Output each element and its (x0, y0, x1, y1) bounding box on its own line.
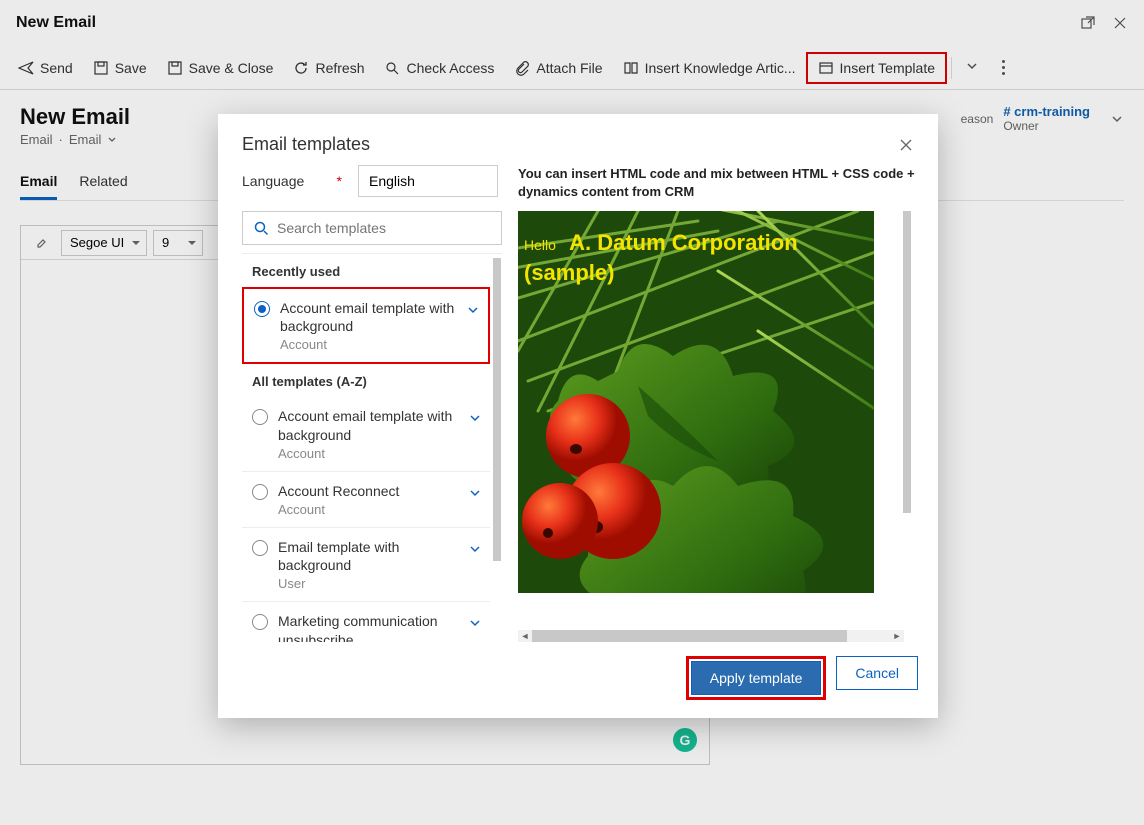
template-item-1[interactable]: Account Reconnect Account (242, 472, 490, 528)
modal-title: Email templates (242, 134, 370, 155)
preview-overlay-text: Hello A. Datum Corporation(sample) (524, 229, 798, 288)
breadcrumb-part[interactable]: Email (69, 132, 102, 147)
search-icon (253, 220, 269, 236)
chevron-down-icon[interactable] (466, 303, 480, 317)
preview-horizontal-scrollbar[interactable]: ◄ ► (518, 630, 904, 642)
chevron-down-icon[interactable] (468, 486, 482, 500)
insert-template-label: Insert Template (840, 60, 935, 76)
template-type: Account (278, 446, 458, 461)
tab-email[interactable]: Email (20, 165, 57, 200)
check-access-label: Check Access (406, 60, 494, 76)
toolbar-separator (951, 57, 952, 79)
template-item-0[interactable]: Account email template with background A… (242, 397, 490, 471)
template-type: Account (280, 337, 456, 352)
tab-related[interactable]: Related (79, 165, 127, 200)
template-preview-image: Hello A. Datum Corporation(sample) (518, 211, 874, 593)
chevron-down-icon[interactable] (468, 411, 482, 425)
toolbar-overflow-dropdown[interactable] (956, 53, 988, 83)
insert-knowledge-label: Insert Knowledge Artic... (645, 60, 796, 76)
save-label: Save (115, 60, 147, 76)
owner-link[interactable]: # crm-training (1003, 104, 1090, 119)
chevron-down-icon[interactable] (468, 616, 482, 630)
preview-caption: You can insert HTML code and mix between… (518, 165, 918, 201)
attach-file-button[interactable]: Attach File (504, 54, 612, 82)
search-field[interactable] (277, 220, 491, 236)
template-item-3[interactable]: Marketing communication unsubscribe ackn… (242, 602, 490, 642)
editor-paint-icon[interactable] (29, 230, 55, 256)
toolbar-more-menu[interactable] (988, 54, 1019, 81)
font-select[interactable]: Segoe UI (61, 230, 147, 256)
template-type: User (278, 576, 458, 591)
cancel-button[interactable]: Cancel (836, 656, 918, 690)
template-name: Account email template with background (278, 407, 458, 443)
close-icon[interactable] (1112, 15, 1128, 31)
radio[interactable] (252, 484, 268, 500)
apply-template-highlight: Apply template (686, 656, 827, 700)
save-close-label: Save & Close (189, 60, 274, 76)
language-label: Language (242, 173, 327, 189)
check-access-button[interactable]: Check Access (374, 54, 504, 82)
font-size-select[interactable]: 9 (153, 230, 203, 256)
refresh-button[interactable]: Refresh (283, 54, 374, 82)
template-list-scrollbar[interactable] (492, 254, 502, 642)
chevron-down-icon[interactable] (1110, 112, 1124, 126)
send-label: Send (40, 60, 73, 76)
attach-file-label: Attach File (536, 60, 602, 76)
template-name: Account email template with background (280, 299, 456, 335)
insert-knowledge-button[interactable]: Insert Knowledge Artic... (613, 54, 806, 82)
popout-icon[interactable] (1080, 15, 1096, 31)
required-indicator: * (337, 173, 342, 189)
radio[interactable] (252, 540, 268, 556)
page-title: New Email (20, 104, 130, 130)
owner-label: Owner (1003, 119, 1090, 133)
radio[interactable] (252, 409, 268, 425)
send-button[interactable]: Send (8, 54, 83, 82)
breadcrumb: Email · Email (20, 132, 130, 147)
radio-selected[interactable] (254, 301, 270, 317)
radio[interactable] (252, 614, 268, 630)
template-name: Email template with background (278, 538, 458, 574)
breadcrumb-part: Email (20, 132, 53, 147)
preview-vertical-scrollbar[interactable] (902, 211, 912, 642)
template-item-recent-0[interactable]: Account email template with background A… (242, 287, 490, 364)
search-templates-input[interactable] (242, 211, 502, 245)
section-recently-used: Recently used (242, 254, 490, 287)
template-name: Marketing communication unsubscribe ackn… (278, 612, 458, 642)
grammarly-icon[interactable]: G (673, 728, 697, 752)
template-type: Account (278, 502, 458, 517)
refresh-label: Refresh (315, 60, 364, 76)
email-templates-modal: Email templates Language * Recently used (218, 114, 938, 718)
save-close-button[interactable]: Save & Close (157, 54, 284, 82)
template-item-2[interactable]: Email template with background User (242, 528, 490, 602)
chevron-down-icon[interactable] (468, 542, 482, 556)
template-name: Account Reconnect (278, 482, 458, 500)
apply-template-button[interactable]: Apply template (691, 661, 822, 695)
insert-template-button[interactable]: Insert Template (806, 52, 947, 84)
reason-label-partial: eason (961, 112, 994, 126)
language-input[interactable] (358, 165, 498, 197)
window-title: New Email (16, 14, 96, 32)
save-button[interactable]: Save (83, 54, 157, 82)
modal-close-button[interactable] (898, 137, 914, 153)
section-all-templates: All templates (A-Z) (242, 364, 490, 397)
